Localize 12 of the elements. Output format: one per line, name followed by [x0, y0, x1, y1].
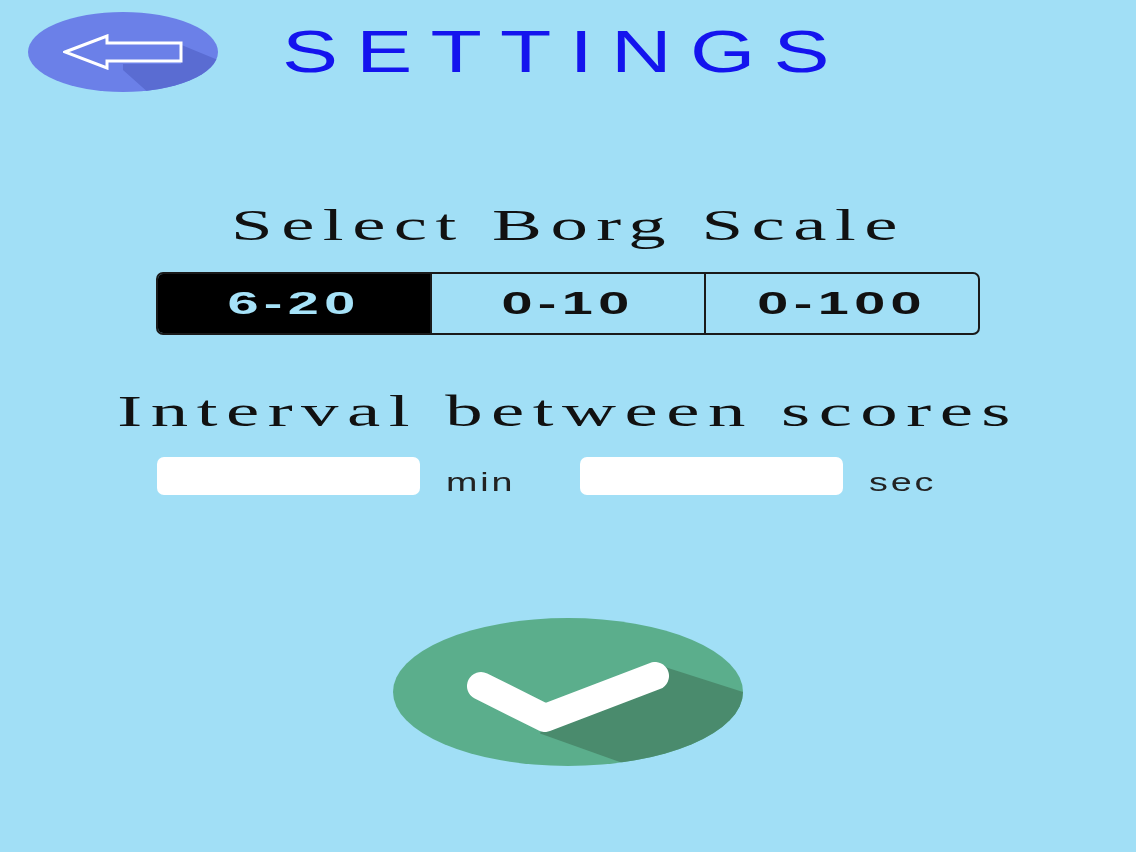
check-icon: [467, 662, 669, 732]
scale-option[interactable]: 0-10: [430, 274, 704, 333]
input-field[interactable]: [157, 457, 420, 495]
scale-option[interactable]: 0-100: [704, 274, 978, 333]
page-title: SETTINGS: [282, 22, 848, 82]
input-field[interactable]: [580, 457, 843, 495]
unit-label: min: [446, 469, 516, 495]
section-heading: Interval between scores: [117, 387, 1019, 437]
left-arrow-icon: [63, 34, 183, 70]
unit-label: sec: [869, 469, 937, 495]
scale-option[interactable]: 6-20: [158, 274, 430, 333]
section-heading: Select Borg Scale: [230, 201, 906, 251]
